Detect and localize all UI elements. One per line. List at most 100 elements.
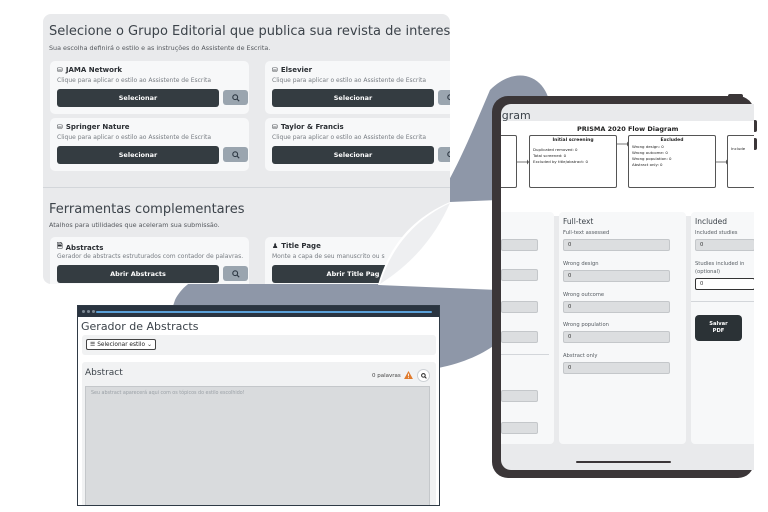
composite-stage: Selecione o Grupo Editorial que publica … xyxy=(0,0,768,512)
prisma-line: Include xyxy=(731,146,746,151)
prisma-line: Duplicated removed: 0 xyxy=(533,147,578,152)
select-style-dropdown[interactable]: ☰ Selecionar estilo ⌄ xyxy=(86,339,156,350)
user-group-icon: ♟ xyxy=(272,242,279,250)
abstract-generator-window: Gerador de Abstracts ☰ Selecionar estilo… xyxy=(77,305,440,506)
publisher-card-elsevier: ⛁ Elsevier Clique para aplicar o estilo a… xyxy=(265,61,450,114)
prisma-line: Excluded by title/abstract: 0 xyxy=(533,159,588,164)
document-icon: 🗎 xyxy=(57,242,63,250)
included-studies-input[interactable]: 0 xyxy=(695,239,754,251)
prisma-box-identification xyxy=(501,135,517,188)
page-subtitle: Sua escolha definirá o estilo e as instr… xyxy=(49,44,271,52)
select-button[interactable]: Selecionar xyxy=(57,89,219,107)
database-icon: ⛁ xyxy=(272,123,278,131)
word-count: 0 palavras xyxy=(372,373,401,379)
style-toolbar: ☰ Selecionar estilo ⌄ xyxy=(82,335,436,355)
prisma-box-excluded: Excluded Wrong design: 0 Wrong outcome: … xyxy=(628,135,716,188)
database-icon: ⛁ xyxy=(57,123,63,131)
studies-included-optional-input[interactable]: 0 xyxy=(695,278,754,290)
field-label: Studies included in xyxy=(695,261,745,267)
prisma-diagram: PRISMA 2020 Flow Diagram Initial screeni… xyxy=(501,121,754,216)
search-icon xyxy=(446,150,450,157)
publisher-description: Clique para aplicar o estilo ao Assisten… xyxy=(272,134,427,141)
column-divider xyxy=(691,301,754,302)
screening-field[interactable] xyxy=(501,269,538,281)
fulltext-heading: Full-text xyxy=(563,217,594,226)
prisma-line: Abstract only: 0 xyxy=(632,162,663,167)
search-button[interactable] xyxy=(223,147,248,162)
fulltext-assessed-input[interactable]: 0 xyxy=(563,239,670,251)
abstract-textarea[interactable]: Seu abstract aparecerá aqui com os tópic… xyxy=(85,386,430,505)
tools-subtitle: Atalhos para utilidades que aceleram sua… xyxy=(49,221,220,229)
search-button[interactable] xyxy=(223,266,248,281)
search-icon xyxy=(231,269,240,278)
prisma-box-initial-screening: Initial screening Duplicated removed: 0 … xyxy=(529,135,617,188)
included-column: Included Included studies 0 Studies incl… xyxy=(691,212,754,444)
tool-name: Abstracts xyxy=(65,243,104,252)
screening-field[interactable] xyxy=(501,422,538,434)
column-divider xyxy=(501,354,549,355)
wrong-design-input[interactable]: 0 xyxy=(563,270,670,282)
arrow-right-icon xyxy=(517,159,529,165)
select-button[interactable]: Selecionar xyxy=(272,146,434,164)
prisma-box-included: Include xyxy=(727,135,754,188)
prisma-box-title: Initial screening xyxy=(552,138,594,143)
field-label: Full-text assessed xyxy=(563,230,610,236)
wrong-outcome-input[interactable]: 0 xyxy=(563,301,670,313)
publisher-name: Springer Nature xyxy=(65,123,130,131)
search-icon xyxy=(231,93,240,102)
screening-field[interactable] xyxy=(501,239,538,251)
publisher-card-jama: ⛁ JAMA Network Clique para aplicar o esti… xyxy=(50,61,249,114)
publisher-description: Clique para aplicar o estilo ao Assisten… xyxy=(57,134,212,141)
home-indicator[interactable] xyxy=(576,461,671,463)
search-button[interactable] xyxy=(438,90,450,105)
search-button[interactable] xyxy=(438,147,450,162)
abstract-section: Abstract 0 palavras Seu abstract aparece… xyxy=(82,362,436,505)
publisher-name: Taylor & Francis xyxy=(280,123,344,131)
publisher-card-taylor-francis: ⛁ Taylor & Francis Clique para aplicar o … xyxy=(265,118,450,171)
prisma-line: Wrong outcome: 0 xyxy=(632,150,668,155)
field-label: Wrong outcome xyxy=(563,292,605,298)
warning-icon[interactable] xyxy=(404,371,413,379)
select-button[interactable]: Selecionar xyxy=(272,89,434,107)
field-label: Included studies xyxy=(695,230,738,236)
fulltext-column: Full-text Full-text assessed 0 Wrong des… xyxy=(559,212,686,444)
wrong-population-input[interactable]: 0 xyxy=(563,331,670,343)
screening-field[interactable] xyxy=(501,390,538,402)
abstract-heading: Abstract xyxy=(85,368,123,378)
window-titlebar xyxy=(78,306,439,317)
prisma-title: PRISMA 2020 Flow Diagram xyxy=(577,125,679,133)
window-title: Gerador de Abstracts xyxy=(81,320,199,333)
search-icon xyxy=(420,372,427,379)
save-pdf-label: PDF xyxy=(712,328,725,334)
prisma-line: Wrong population: 0 xyxy=(632,156,672,161)
publisher-name: JAMA Network xyxy=(65,66,123,74)
search-button[interactable] xyxy=(417,369,430,382)
select-button[interactable]: Selecionar xyxy=(57,146,219,164)
screening-column xyxy=(501,212,554,444)
publisher-card-springer: ⛁ Springer Nature Clique para aplicar o e… xyxy=(50,118,249,171)
field-label: Wrong design xyxy=(563,261,599,267)
abstract-only-input[interactable]: 0 xyxy=(563,362,670,374)
publisher-description: Clique para aplicar o estilo ao Assisten… xyxy=(272,77,427,84)
screening-field[interactable] xyxy=(501,301,538,313)
open-abstracts-button[interactable]: Abrir Abstracts xyxy=(57,265,219,283)
screening-field[interactable] xyxy=(501,331,538,343)
database-icon: ⛁ xyxy=(272,66,278,74)
page-curl-decoration xyxy=(378,200,498,290)
save-pdf-label: Salvar xyxy=(709,321,728,327)
menu-icon: ☰ xyxy=(90,341,96,348)
prisma-box-title: Excluded xyxy=(660,138,684,143)
field-label: (optional) xyxy=(695,269,721,275)
tool-description: Monte a capa de seu manuscrito ou s xyxy=(272,253,385,260)
tool-name: Title Page xyxy=(281,242,321,250)
field-label: Abstract only xyxy=(563,353,598,359)
publisher-name: Elsevier xyxy=(280,66,313,74)
tool-card-abstracts: 🗎 Abstracts Gerador de abstracts estrutur… xyxy=(50,237,249,284)
tool-description: Gerador de abstracts estruturados com co… xyxy=(57,253,244,260)
search-button[interactable] xyxy=(223,90,248,105)
window-dot-icon xyxy=(92,310,95,313)
save-pdf-button[interactable]: Salvar PDF xyxy=(695,315,742,341)
address-bar xyxy=(96,311,432,313)
chevron-down-icon: ⌄ xyxy=(147,341,152,348)
abstract-placeholder: Seu abstract aparecerá aqui com os tópic… xyxy=(91,391,245,396)
